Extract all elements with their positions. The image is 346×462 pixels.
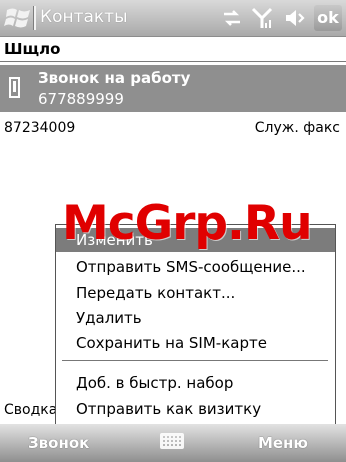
fax-number[interactable]: 87234009 (4, 120, 75, 136)
menu-softkey[interactable]: Меню (258, 434, 308, 452)
phone-icon (9, 77, 20, 98)
menu-item-delete[interactable]: Удалить (56, 306, 335, 330)
menu-item-beam-contact[interactable]: Передать контакт... (56, 281, 335, 305)
ok-button[interactable]: ok (314, 5, 342, 31)
divider (0, 61, 346, 62)
menu-item-save-to-sim[interactable]: Сохранить на SIM-карте (56, 331, 335, 355)
menu-item-speed-dial[interactable]: Доб. в быстр. набор (56, 371, 335, 395)
title-bar: Контакты ok (0, 0, 346, 37)
contact-name: Шщло (4, 40, 61, 58)
volume-icon[interactable] (283, 6, 307, 30)
signal-icon[interactable] (250, 6, 274, 30)
app-title: Контакты (40, 7, 128, 27)
call-softkey[interactable]: Звонок (28, 434, 89, 452)
softkey-bar: Звонок Меню (0, 424, 346, 462)
title-separator (33, 6, 36, 30)
fax-type-label: Служ. факс (254, 120, 340, 136)
phone-label: Звонок на работу (38, 69, 191, 87)
phone-row-work[interactable]: Звонок на работу 677889999 (0, 65, 346, 112)
context-menu: Изменить Отправить SMS-сообщение... Пере… (55, 224, 336, 426)
menu-item-send-sms[interactable]: Отправить SMS-сообщение... (56, 255, 335, 279)
keyboard-icon[interactable] (160, 433, 184, 449)
menu-separator (62, 360, 328, 361)
connectivity-icon[interactable] (220, 6, 244, 30)
summary-tab[interactable]: Сводка (4, 402, 57, 418)
menu-item-send-vcard[interactable]: Отправить как визитку (56, 397, 335, 421)
phone-number: 677889999 (38, 90, 124, 108)
watermark: McGrp.Ru (62, 196, 313, 251)
windows-start-icon[interactable] (4, 4, 32, 32)
